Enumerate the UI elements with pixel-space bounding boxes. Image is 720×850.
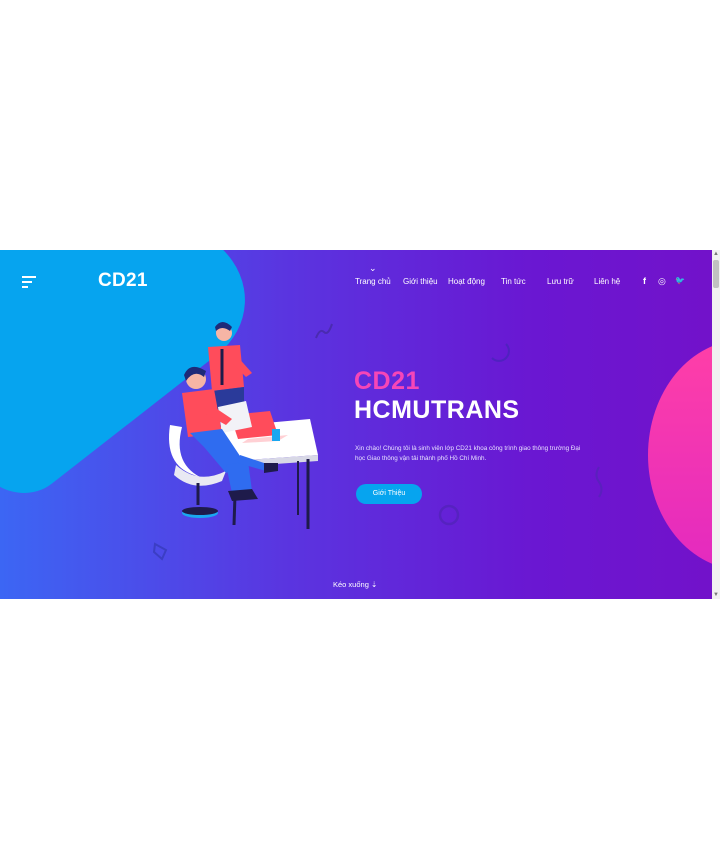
hamburger-menu-icon[interactable]: [22, 276, 40, 288]
nav-item-trang-chu[interactable]: Trang chủ: [355, 277, 391, 286]
scroll-down-link[interactable]: Kéo xuống ⇣: [333, 580, 377, 589]
hero-title: HCMUTRANS: [354, 396, 520, 424]
hero-title-accent: CD21: [354, 367, 420, 395]
chevron-down-icon: ⌄: [369, 263, 377, 273]
instagram-icon[interactable]: ◎: [658, 276, 666, 287]
circle-decoration: [438, 504, 460, 526]
nav-item-gioi-thieu[interactable]: Giới thiệu: [403, 277, 438, 286]
site-logo[interactable]: CD21: [98, 270, 148, 292]
ring-decoration: [491, 343, 510, 362]
scroll-up-arrow-icon[interactable]: ▲: [713, 251, 719, 257]
nav-item-hoat-dong[interactable]: Hoạt động: [448, 277, 485, 286]
wave-decoration: [595, 466, 603, 498]
hero-description: Xin chào! Chúng tôi là sinh viên lớp CD2…: [355, 445, 581, 462]
people-working-illustration: [169, 322, 318, 529]
nav-item-luu-tru[interactable]: Lưu trữ: [547, 277, 574, 286]
vertical-scrollbar[interactable]: ▲ ▼: [712, 250, 720, 599]
facebook-icon[interactable]: f: [643, 276, 646, 286]
pink-circle-decoration: [648, 340, 712, 570]
scrollbar-thumb[interactable]: [713, 260, 719, 288]
diamond-decoration: [152, 542, 168, 561]
twitter-icon[interactable]: 🐦: [675, 276, 685, 285]
intro-button[interactable]: Giới Thiệu: [356, 484, 422, 504]
nav-item-lien-he[interactable]: Liên hệ: [594, 277, 620, 286]
hero-section: CD21 ⌄ Trang chủ Giới thiệu Hoạt động Ti…: [0, 250, 712, 599]
nav-item-tin-tuc[interactable]: Tin tức: [501, 277, 526, 286]
scroll-down-arrow-icon[interactable]: ▼: [713, 592, 719, 598]
